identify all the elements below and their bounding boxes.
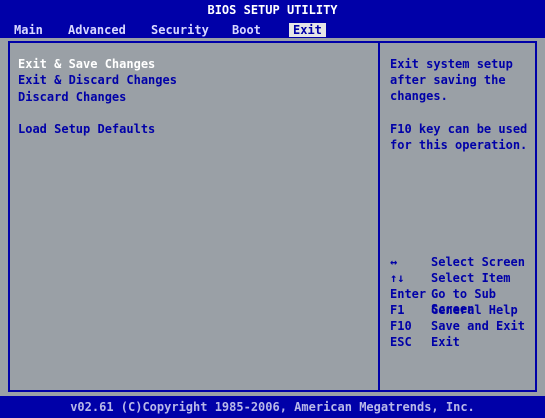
key-f1: F1 <box>390 303 405 317</box>
help-line: after saving the <box>390 73 506 87</box>
key-action: Select Screen <box>431 255 525 269</box>
key-esc: ESC <box>390 335 412 349</box>
key-action: General Help <box>431 303 518 317</box>
bios-title: BIOS SETUP UTILITY <box>207 3 338 17</box>
option-discard-changes[interactable]: Discard Changes <box>18 90 126 105</box>
help-line: changes. <box>390 89 448 103</box>
help-line: F10 key can be used <box>390 122 528 136</box>
key-arrows-horizontal: ↔ <box>390 255 398 269</box>
option-exit-save-changes[interactable]: Exit & Save Changes <box>18 57 155 72</box>
menu-security[interactable]: Security <box>147 23 213 37</box>
key-action: Select Item <box>431 271 511 285</box>
help-line: for this operation. <box>390 138 528 152</box>
key-action: Go to Sub Screen <box>431 287 497 316</box>
menu-advanced[interactable]: Advanced <box>64 23 130 37</box>
key-f10: F10 <box>390 319 412 333</box>
menu-exit[interactable]: Exit <box>289 23 326 37</box>
menu-boot[interactable]: Boot <box>228 23 265 37</box>
key-action: Exit <box>431 335 460 349</box>
option-exit-discard-changes[interactable]: Exit & Discard Changes <box>18 73 177 88</box>
key-action: Save and Exit <box>431 319 525 333</box>
key-enter: Enter <box>390 287 427 301</box>
menu-main[interactable]: Main <box>10 23 47 37</box>
panel-divider <box>378 41 380 392</box>
help-line: Exit system setup <box>390 57 513 71</box>
copyright-text: v02.61 (C)Copyright 1985-2006, American … <box>70 400 475 414</box>
key-arrows-vertical: ↑↓ <box>390 271 405 285</box>
option-load-setup-defaults[interactable]: Load Setup Defaults <box>18 122 155 137</box>
